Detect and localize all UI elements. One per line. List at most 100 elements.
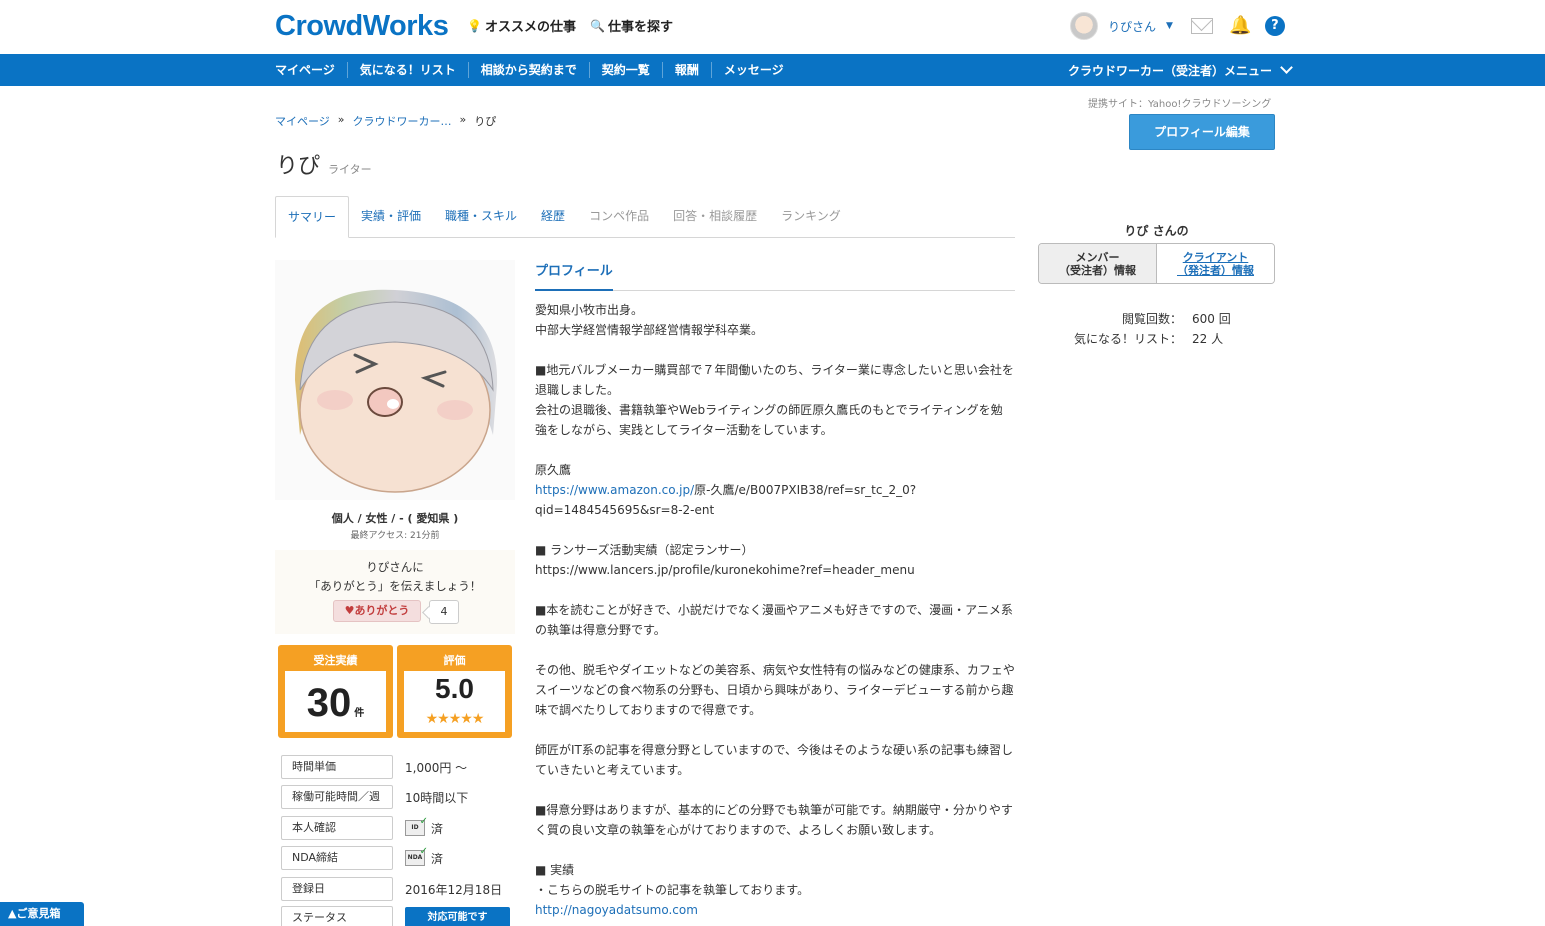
breadcrumb-crowdworker[interactable]: クラウドワーカー… [353, 113, 452, 129]
tab-career[interactable]: 経歴 [529, 196, 577, 238]
bio-line: スイーツなどの食べ物系の分野も、日頃から興味があり、ライターデビューする前から趣 [535, 683, 1014, 697]
help-icon[interactable]: ? [1264, 16, 1285, 36]
toggle-client-info[interactable]: クライアント （発注者）情報 [1157, 244, 1274, 283]
nav-contracts[interactable]: 契約一覧 [588, 62, 662, 78]
bio-line: 師匠がIT系の記事を得意分野としていますので、今後はそのような硬い系の記事も練習… [535, 743, 1014, 757]
status-available-button[interactable]: 対応可能です [405, 907, 510, 926]
bio-line [535, 640, 1020, 660]
profile-bio: 愛知県小牧市出身。 中部大学経営情報学部経営情報学科卒業。 ■地元バルブメーカー… [535, 300, 1020, 920]
thanks-box: りぴさんに 「ありがとう」を伝えましょう！ ♥ありがとう 4 [275, 550, 515, 634]
bio-line: https://www.lancers.jp/profile/kuronekoh… [535, 563, 915, 577]
profile-illustration [275, 260, 515, 500]
nav-messages[interactable]: メッセージ [710, 62, 796, 78]
info-value: 1,000円 〜 [405, 760, 468, 775]
bio-line: ・こちらの脱毛サイトの記事を執筆しております。 [535, 883, 810, 897]
breadcrumb: マイページ » クラウドワーカー… » りぴ [275, 113, 496, 129]
recommended-jobs-link[interactable]: 💡 オススメの仕事 [467, 16, 577, 36]
tab-answers[interactable]: 回答・相談履歴 [661, 196, 769, 238]
bio-line: qid=1484545695&sr=8-2-ent [535, 503, 715, 517]
feedback-box-button[interactable]: ▲ご意見箱 [0, 902, 84, 926]
crowdworks-logo[interactable]: CrowdWorks [275, 10, 449, 43]
star-icon: ★ [471, 711, 485, 727]
profile-heading: プロフィール [535, 262, 613, 291]
orders-inner: 30 件 [285, 671, 386, 732]
user-avatar[interactable] [1070, 12, 1098, 40]
bio-line: その他、脱毛やダイエットなどの美容系、病気や女性特有の悩みなどの健康系、カフェや [535, 663, 1015, 677]
top-nav: 💡 オススメの仕事 🔍 仕事を探す [467, 16, 673, 36]
page-title: りぴ ライター [276, 148, 372, 180]
info-available-hours: 稼働可能時間／週 10時間以下 [281, 785, 468, 809]
tab-ranking[interactable]: ランキング [769, 196, 853, 238]
bio-line [535, 340, 1020, 360]
star-icon: ★ [448, 711, 462, 727]
rating-value: 5.0 [435, 673, 474, 704]
profile-section-header: プロフィール [535, 262, 1015, 291]
find-jobs-link[interactable]: 🔍 仕事を探す [590, 16, 673, 36]
info-label: 時間単価 [281, 755, 393, 779]
main-nav-links: マイページ 気になる！リスト 相談から契約まで 契約一覧 報酬 メッセージ [275, 54, 796, 86]
profile-tabs: サマリー 実績・評価 職種・スキル 経歴 コンペ作品 回答・相談履歴 ランキング [275, 196, 1015, 238]
bio-line: 会社の退職後、書籍執筆やWebライティングの師匠原久鷹氏のもとでライティングを勉 [535, 403, 1003, 417]
info-value: 10時間以下 [405, 790, 469, 805]
tab-skills[interactable]: 職種・スキル [433, 196, 529, 238]
tab-results-ratings[interactable]: 実績・評価 [349, 196, 433, 238]
breadcrumb-mypage[interactable]: マイページ [275, 113, 330, 129]
worker-menu-toggle[interactable]: クラウドワーカー（受注者）メニュー [1068, 54, 1293, 86]
edit-profile-button[interactable]: プロフィール編集 [1129, 114, 1275, 150]
bio-line [535, 520, 1020, 540]
user-menu[interactable]: りぴさん [1108, 18, 1156, 35]
views-label: 閲覧回数： [1121, 312, 1182, 326]
info-label: 稼働可能時間／週 [281, 785, 393, 809]
tab-summary[interactable]: サマリー [275, 196, 350, 238]
thanks-button-label: ありがとう [354, 604, 410, 617]
bio-line [535, 720, 1020, 740]
rating-inner: 5.0 ★★★★★ [404, 671, 505, 732]
bio-line: ていきたいと考えています。 [535, 763, 690, 777]
profile-name: りぴ [276, 154, 321, 179]
mail-icon[interactable] [1190, 18, 1213, 34]
info-value-wrap: NDA 済 [405, 845, 443, 867]
favorites-value: 22 人 [1192, 332, 1224, 346]
bio-line [535, 580, 1020, 600]
bio-line: ■ ランサーズ活動実績（認定ランサー） [535, 543, 754, 557]
rating-stars: ★★★★★ [404, 711, 505, 727]
thanks-text: りぴさんに 「ありがとう」を伝えましょう！ [275, 558, 515, 596]
info-label: 本人確認 [281, 816, 393, 840]
star-icon: ★ [425, 711, 439, 727]
nav-consult-contract[interactable]: 相談から契約まで [467, 62, 589, 78]
breadcrumb-separator: » [337, 113, 345, 126]
worker-menu-label: クラウドワーカー（受注者）メニュー [1068, 63, 1273, 78]
bio-line-nagoya: http://nagoyadatsumo.com [535, 900, 1020, 920]
nav-favorites[interactable]: 気になる！リスト [346, 62, 468, 78]
orders-value-wrap: 30 件 [285, 681, 386, 726]
main-nav-bar: マイページ 気になる！リスト 相談から契約まで 契約一覧 報酬 メッセージ クラ… [0, 54, 1545, 86]
bell-icon[interactable]: 🔔 [1229, 16, 1251, 36]
tab-competition-works[interactable]: コンペ作品 [577, 196, 661, 238]
nagoya-link[interactable]: http://nagoyadatsumo.com [535, 903, 698, 917]
toggle-client-line2: （発注者）情報 [1177, 263, 1254, 277]
thanks-button[interactable]: ♥ありがとう [333, 600, 421, 622]
partner-site-text: 提携サイト：Yahoo!クラウドソーシング [1088, 99, 1272, 110]
info-label: NDA締結 [281, 846, 393, 870]
thanks-line-1: りぴさんに [366, 560, 424, 574]
bio-line [535, 840, 1020, 860]
orders-label: 受注実績 [313, 654, 358, 667]
amazon-link[interactable]: https://www.amazon.co.jp/ [535, 483, 694, 497]
orders-value: 30 [306, 681, 352, 725]
bio-line [535, 440, 1020, 460]
rating-stat-box: 評価 5.0 ★★★★★ [397, 645, 512, 738]
info-identity: 本人確認 ID 済 [281, 815, 443, 840]
nda-verified-icon: NDA [405, 845, 428, 866]
member-client-toggle: メンバー （受注者）情報 クライアント （発注者）情報 [1038, 243, 1275, 284]
nav-mypage[interactable]: マイページ [275, 62, 347, 78]
info-value: 2016年12月18日 [405, 882, 503, 897]
bio-line: 退職しました。 [535, 383, 620, 397]
nav-rewards[interactable]: 報酬 [661, 62, 711, 78]
toggle-member-info[interactable]: メンバー （受注者）情報 [1039, 244, 1157, 283]
info-label: 登録日 [281, 877, 393, 901]
bio-line: 強をしながら、実践としてライター活動をしています。 [535, 423, 833, 437]
caret-down-icon[interactable]: ▼ [1166, 21, 1173, 31]
recommended-jobs-label: オススメの仕事 [485, 20, 577, 35]
thanks-count: 4 [429, 600, 459, 624]
views-stat: 閲覧回数： 600 回 [1038, 310, 1275, 327]
